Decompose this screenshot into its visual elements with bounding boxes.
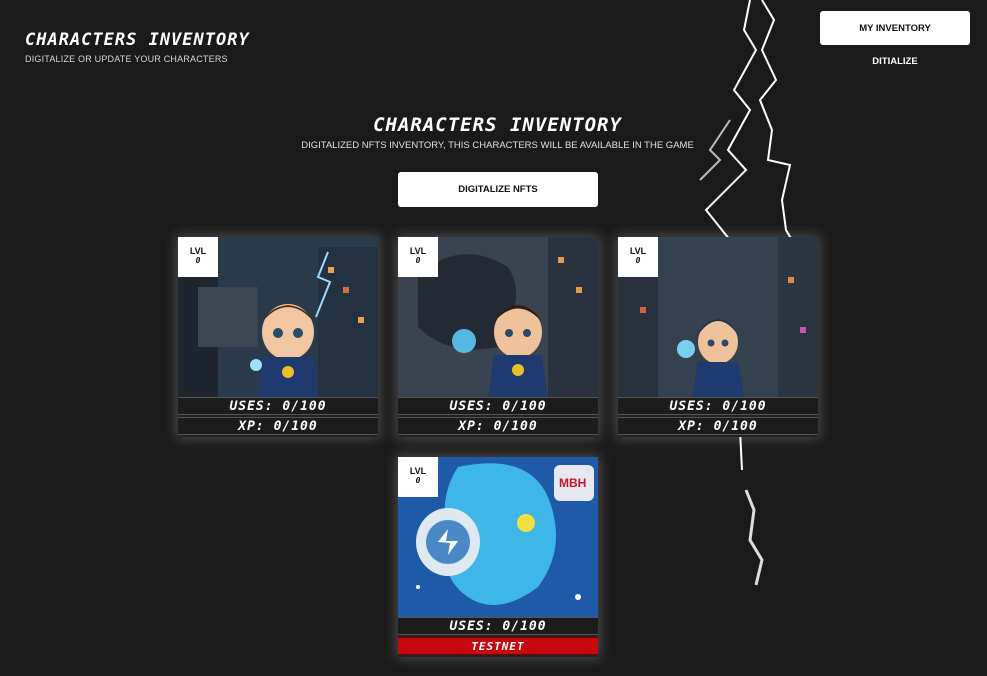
- level-badge: LVL 0: [178, 237, 218, 277]
- page-title: CHARACTERS INVENTORY: [25, 30, 250, 50]
- uses-counter: USES: 0/100: [178, 397, 378, 415]
- page-subtitle: DIGITALIZE OR UPDATE YOUR CHARACTERS: [25, 54, 228, 64]
- testnet-badge: TESTNET: [398, 637, 598, 655]
- uses-counter: USES: 0/100: [398, 617, 598, 635]
- uses-counter: USES: 0/100: [618, 397, 818, 415]
- section-title: CHARACTERS INVENTORY: [373, 114, 622, 136]
- page-header: CHARACTERS INVENTORY DIGITALIZE OR UPDAT…: [25, 30, 250, 64]
- level-value: 0: [635, 256, 641, 265]
- character-card[interactable]: LVL 0 USES: 0/100 XP: 0/100: [178, 237, 378, 437]
- svg-text:MBH: MBH: [559, 476, 586, 490]
- uses-counter: USES: 0/100: [398, 397, 598, 415]
- digitalize-nav-link[interactable]: DITIALIZE: [820, 56, 970, 67]
- section-subtitle: DIGITALIZED NFTS INVENTORY, THIS CHARACT…: [301, 140, 694, 151]
- xp-counter: XP: 0/100: [618, 417, 818, 435]
- level-value: 0: [195, 256, 201, 265]
- level-label: LVL: [409, 466, 427, 476]
- level-badge: LVL 0: [618, 237, 658, 277]
- level-label: LVL: [189, 246, 207, 256]
- xp-counter: XP: 0/100: [178, 417, 378, 435]
- level-value: 0: [415, 476, 421, 485]
- level-label: LVL: [409, 246, 427, 256]
- xp-counter: XP: 0/100: [398, 417, 598, 435]
- level-value: 0: [415, 256, 421, 265]
- character-card[interactable]: LVL 0 USES: 0/100 XP: 0/100: [398, 237, 598, 437]
- level-label: LVL: [629, 246, 647, 256]
- digitalize-nfts-button[interactable]: DIGITALIZE NFTS: [398, 172, 598, 207]
- character-card[interactable]: LVL 0 USES: 0/100 XP: 0/100: [618, 237, 818, 437]
- character-card[interactable]: MBH LVL 0 USES: 0/100 TESTNET: [398, 457, 598, 657]
- level-badge: LVL 0: [398, 237, 438, 277]
- my-inventory-button[interactable]: MY INVENTORY: [820, 11, 970, 45]
- level-badge: LVL 0: [398, 457, 438, 497]
